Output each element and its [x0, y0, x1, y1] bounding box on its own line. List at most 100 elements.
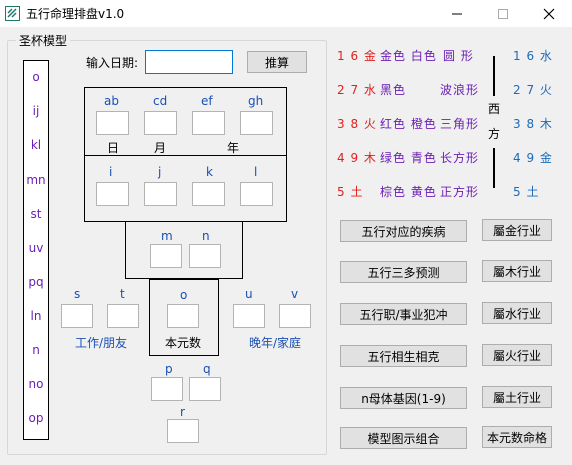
label-l: l [254, 165, 258, 179]
date-label: 输入日期: [86, 56, 139, 70]
metal-industry-button[interactable]: 屬金行业 [482, 219, 552, 241]
west-label-1: 西 [488, 102, 501, 116]
i-field[interactable] [96, 182, 129, 206]
vertical-item: n [32, 343, 40, 357]
minimize-button[interactable] [434, 0, 480, 27]
window-title: 五行命理排盘v1.0 [26, 7, 125, 21]
day-label: 日 [107, 141, 120, 155]
legend-shape-5: 正方形 [440, 185, 480, 199]
label-ef: ef [201, 94, 213, 108]
legend-right-3: 3 8 木 [513, 117, 553, 131]
k-field[interactable] [192, 182, 225, 206]
legend-left-5: 5 土 [337, 185, 364, 199]
vertical-item: o [32, 70, 40, 84]
west-line-top [493, 56, 495, 96]
minimize-icon [452, 13, 462, 14]
label-v: v [291, 287, 299, 301]
five-elements-diseases-button[interactable]: 五行对应的疾病 [340, 220, 467, 242]
maximize-icon [498, 8, 508, 19]
r-field[interactable] [167, 419, 199, 443]
label-ab: ab [104, 94, 119, 108]
label-r: r [180, 405, 185, 419]
water-industry-button[interactable]: 屬水行业 [482, 302, 552, 324]
vertical-item: mn [26, 173, 46, 187]
model-diagram-combo-button[interactable]: 模型图示组合 [340, 427, 467, 449]
wood-industry-button[interactable]: 屬木行业 [482, 260, 552, 282]
vertical-item: st [30, 207, 42, 221]
label-k: k [206, 165, 213, 179]
label-q: q [203, 362, 211, 376]
late-years-family-label: 晚年/家庭 [249, 336, 302, 350]
legend-right-5: 5 土 [513, 185, 540, 199]
legend-right-4: 4 9 金 [513, 151, 553, 165]
label-o: o [180, 288, 188, 302]
month-label: 月 [154, 141, 167, 155]
q-field[interactable] [189, 377, 221, 401]
label-gh: gh [248, 94, 264, 108]
u-field[interactable] [233, 304, 265, 328]
label-t: t [120, 287, 125, 301]
p-field[interactable] [151, 377, 183, 401]
calculate-button[interactable]: 推算 [247, 51, 307, 73]
vertical-item: kl [30, 138, 42, 152]
vertical-item: ln [30, 309, 42, 323]
legend-colors-1: 金色 白色 [380, 49, 437, 63]
career-conflict-button[interactable]: 五行职/事业犯冲 [340, 303, 467, 325]
vertical-item: uv [28, 241, 44, 255]
generation-restraint-button[interactable]: 五行相生相克 [340, 345, 467, 367]
vertical-item: op [28, 411, 44, 425]
label-u: u [245, 287, 253, 301]
j-field[interactable] [144, 182, 177, 206]
label-m: m [161, 229, 173, 243]
l-field[interactable] [240, 182, 273, 206]
label-n: n [202, 229, 210, 243]
ab-field[interactable] [96, 111, 129, 135]
work-friends-label: 工作/朋友 [75, 336, 128, 350]
mn-panel [125, 221, 243, 279]
year-label: 年 [227, 141, 240, 155]
vertical-item: no [28, 377, 44, 391]
label-p: p [165, 362, 173, 376]
west-label-2: 方 [488, 127, 501, 141]
m-field[interactable] [150, 244, 182, 268]
base-number-fate-button[interactable]: 本元数命格 [482, 426, 552, 448]
n-field[interactable] [189, 244, 221, 268]
ef-field[interactable] [192, 111, 225, 135]
date-input[interactable] [145, 50, 233, 74]
t-field[interactable] [107, 304, 139, 328]
app-icon [5, 6, 20, 21]
label-j: j [158, 165, 162, 179]
legend-shape-3: 三角形 [440, 117, 480, 131]
label-i: i [109, 165, 113, 179]
vertical-item: pq [28, 275, 44, 289]
gh-field[interactable] [240, 111, 273, 135]
legend-left-3: 3 8 火 [337, 117, 377, 131]
close-icon [543, 8, 555, 19]
close-button[interactable] [526, 0, 572, 27]
v-field[interactable] [279, 304, 311, 328]
base-number-label: 本元数 [165, 336, 202, 350]
legend-right-1: 1 6 水 [513, 49, 553, 63]
earth-industry-button[interactable]: 屬土行业 [482, 386, 552, 408]
legend-shape-2: 波浪形 [440, 83, 480, 97]
group-title: 圣杯模型 [16, 32, 71, 49]
s-field[interactable] [61, 304, 93, 328]
legend-shape-1: 圆 形 [443, 49, 474, 63]
legend-left-2: 2 7 水 [337, 83, 377, 97]
legend-shape-4: 长方形 [440, 151, 480, 165]
west-line-bottom [493, 148, 495, 188]
maternal-gene-button[interactable]: n母体基因(1-9) [340, 387, 467, 409]
legend-colors-5: 棕色 黄色 [380, 185, 437, 199]
legend-left-4: 4 9 木 [337, 151, 377, 165]
legend-left-1: 1 6 金 [337, 49, 377, 63]
fire-industry-button[interactable]: 屬火行业 [482, 344, 552, 366]
label-s: s [74, 287, 81, 301]
maximize-button[interactable] [480, 0, 526, 27]
legend-colors-3: 红色 橙色 [380, 117, 437, 131]
label-cd: cd [153, 94, 168, 108]
o-field[interactable] [167, 304, 199, 328]
three-more-prediction-button[interactable]: 五行三多预测 [340, 261, 467, 283]
legend-right-2: 2 7 火 [513, 83, 553, 97]
legend-colors-4: 绿色 青色 [380, 151, 437, 165]
cd-field[interactable] [144, 111, 177, 135]
